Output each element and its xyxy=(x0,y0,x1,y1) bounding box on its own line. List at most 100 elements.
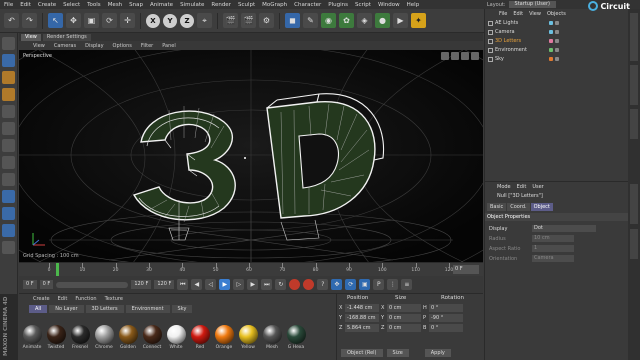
menu-tools[interactable]: Tools xyxy=(87,2,101,8)
material-swatch[interactable]: Chrome xyxy=(93,325,115,350)
object-row[interactable]: Sky xyxy=(485,55,629,63)
timeline-frame-field[interactable]: 0 F xyxy=(453,265,479,274)
snap-icon[interactable] xyxy=(2,190,15,203)
axis-x-button[interactable]: X xyxy=(146,13,160,28)
viewport-menu-view[interactable]: View xyxy=(33,43,45,49)
tab-coord[interactable]: Coord. xyxy=(507,203,530,211)
layer-color-tag[interactable] xyxy=(549,57,553,61)
apply-button[interactable]: Apply xyxy=(424,349,451,357)
array-icon[interactable]: ✿ xyxy=(339,13,354,28)
menu-create[interactable]: Create xyxy=(38,2,56,8)
menu-file[interactable]: File xyxy=(4,2,13,8)
solo-icon[interactable] xyxy=(2,241,15,254)
object-name[interactable]: Camera xyxy=(495,29,539,35)
menu-mesh[interactable]: Mesh xyxy=(108,2,122,8)
menu-plugins[interactable]: Plugins xyxy=(328,2,348,8)
material-menu-texture[interactable]: Texture xyxy=(105,296,123,302)
live-select-icon[interactable]: ↖ xyxy=(48,13,63,28)
object-name[interactable]: 3D Letters xyxy=(495,38,539,44)
menu-sculpt[interactable]: Sculpt xyxy=(238,2,255,8)
previous-key-icon[interactable]: ◀ xyxy=(191,279,203,290)
workplane-lock-icon[interactable] xyxy=(2,207,15,220)
filter-no-layer[interactable]: No Layer xyxy=(49,305,84,313)
material-swatch[interactable]: Fresnel xyxy=(69,325,91,350)
object-name[interactable]: Sky xyxy=(495,56,539,62)
menu-select[interactable]: Select xyxy=(63,2,80,8)
filter-sky[interactable]: Sky xyxy=(171,305,193,313)
scale-icon[interactable]: ▣ xyxy=(84,13,99,28)
rotation-field[interactable]: 0 ° xyxy=(429,324,463,332)
visibility-toggle[interactable] xyxy=(555,48,559,52)
object-name[interactable]: Environment xyxy=(495,47,539,53)
viewport-menu-filter[interactable]: Filter xyxy=(141,43,153,49)
position-field[interactable]: -168.88 cm xyxy=(345,314,379,322)
om-menu-file[interactable]: File xyxy=(499,11,507,17)
menu-mograph[interactable]: MoGraph xyxy=(262,2,287,8)
tab-render-settings[interactable]: Render Settings xyxy=(42,33,91,41)
layer-color-tag[interactable] xyxy=(549,39,553,43)
pan-icon[interactable] xyxy=(441,52,449,60)
menu-script[interactable]: Script xyxy=(355,2,371,8)
tab-basic[interactable]: Basic xyxy=(487,203,507,211)
material-menu-create[interactable]: Create xyxy=(33,296,50,302)
axis-y-button[interactable]: Y xyxy=(163,13,177,28)
viewport-menu-panel[interactable]: Panel xyxy=(162,43,176,49)
attr-menu-user[interactable]: User xyxy=(532,184,543,190)
object-row[interactable]: Environment xyxy=(485,46,629,54)
material-swatch[interactable]: Connect xyxy=(141,325,163,350)
model-mode-icon[interactable] xyxy=(2,54,15,67)
axis-mode-icon[interactable] xyxy=(2,156,15,169)
menu-simulate[interactable]: Simulate xyxy=(180,2,204,8)
material-swatch[interactable]: Animate xyxy=(21,325,43,350)
menu-character[interactable]: Character xyxy=(294,2,321,8)
layer-color-tag[interactable] xyxy=(549,21,553,25)
coordinate-mode-select[interactable]: Object (Rel) xyxy=(341,349,383,357)
side-tab-objects[interactable] xyxy=(630,13,638,61)
workplane-icon[interactable] xyxy=(2,88,15,101)
zoom-icon[interactable] xyxy=(451,52,459,60)
position-field[interactable]: 5.864 cm xyxy=(345,324,379,332)
material-menu-edit[interactable]: Edit xyxy=(58,296,68,302)
material-swatch[interactable]: Golden xyxy=(117,325,139,350)
menu-window[interactable]: Window xyxy=(378,2,400,8)
rotate-icon[interactable]: ⟳ xyxy=(102,13,117,28)
playhead[interactable] xyxy=(55,263,59,276)
size-field[interactable]: 0 cm xyxy=(387,314,421,322)
visibility-toggle[interactable] xyxy=(555,21,559,25)
om-menu-objects[interactable]: Objects xyxy=(547,11,566,17)
material-menu-function[interactable]: Function xyxy=(75,296,96,302)
scale-key-icon[interactable]: ▣ xyxy=(359,279,371,290)
undo-icon[interactable]: ↶ xyxy=(4,13,19,28)
timeline[interactable]: 0 10 20 30 40 50 60 70 80 90 100 110 120 0 F xyxy=(19,262,483,276)
side-tab-attributes[interactable] xyxy=(630,184,638,224)
om-menu-view[interactable]: View xyxy=(529,11,541,17)
keyframe-selection-icon[interactable]: ? xyxy=(317,279,329,290)
timeline-icon[interactable]: ≡ xyxy=(401,279,413,290)
object-row[interactable]: AE Lights xyxy=(485,19,629,27)
material-swatch[interactable]: Twisted xyxy=(45,325,67,350)
size-mode-select[interactable]: Size xyxy=(386,349,409,357)
size-field[interactable]: 0 cm xyxy=(387,304,421,312)
side-tab-layers[interactable] xyxy=(630,229,638,259)
move-icon[interactable]: ✥ xyxy=(66,13,81,28)
render-picture-viewer-icon[interactable]: 🎬 xyxy=(241,13,256,28)
make-editable-icon[interactable] xyxy=(2,37,15,50)
next-key-icon[interactable]: ▶ xyxy=(247,279,259,290)
maximize-icon[interactable] xyxy=(471,52,479,60)
layer-color-tag[interactable] xyxy=(549,30,553,34)
redo-icon[interactable]: ↷ xyxy=(22,13,37,28)
position-field[interactable]: -1.448 cm xyxy=(345,304,379,312)
menu-help[interactable]: Help xyxy=(407,2,420,8)
tab-object[interactable]: Object xyxy=(530,203,553,211)
edges-mode-icon[interactable] xyxy=(2,122,15,135)
environment-icon[interactable]: ● xyxy=(375,13,390,28)
step-forward-icon[interactable]: ▷ xyxy=(233,279,245,290)
viewport-menu-display[interactable]: Display xyxy=(85,43,103,49)
parameter-key-icon[interactable]: P xyxy=(373,279,385,290)
go-to-end-icon[interactable]: ⏭ xyxy=(261,279,273,290)
camera-icon[interactable]: ▶ xyxy=(393,13,408,28)
material-swatch[interactable]: Mesh xyxy=(261,325,283,350)
size-field[interactable]: 0 cm xyxy=(387,324,421,332)
timeline-ruler[interactable]: 0 10 20 30 40 50 60 70 80 90 100 110 120 xyxy=(48,263,453,276)
axis-z-button[interactable]: Z xyxy=(180,13,194,28)
